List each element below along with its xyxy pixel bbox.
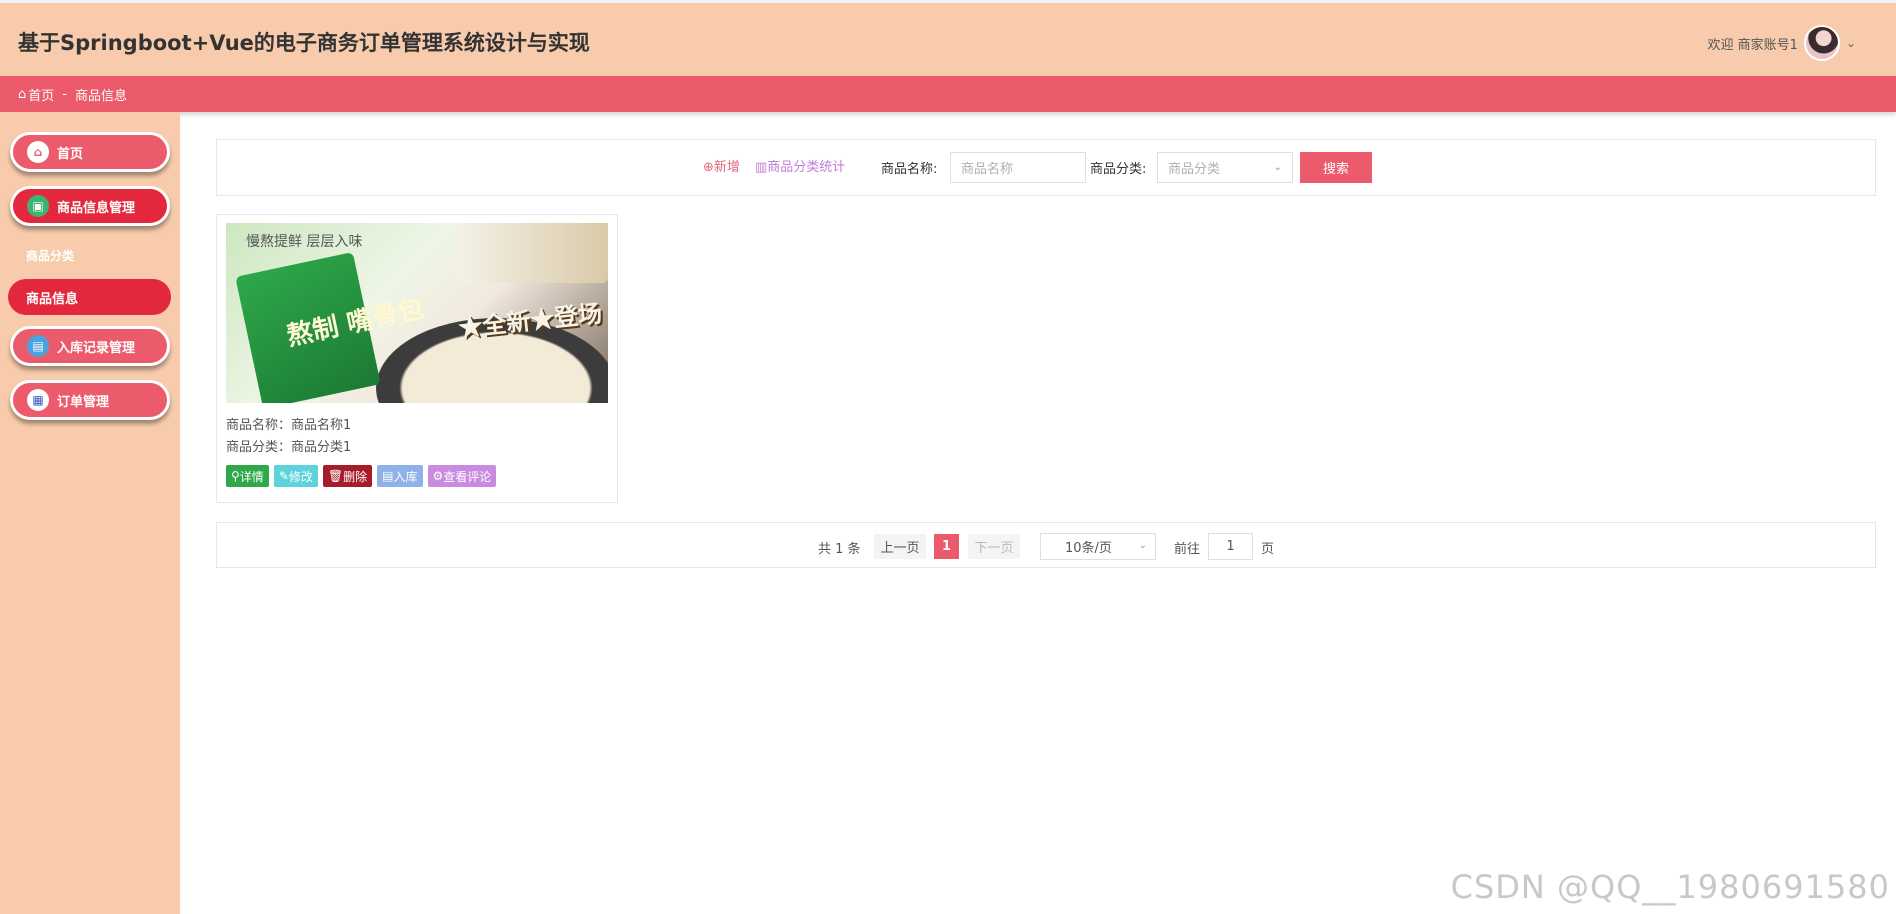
search-button[interactable]: 搜索 (1300, 152, 1372, 183)
sidebar: ⌂ 首页 ▣ 商品信息管理 商品分类 商品信息 ▤ 入库记录管理 ▦ 订单管理 (0, 112, 180, 914)
stats-label: 商品分类统计 (767, 160, 846, 175)
watermark: CSDN @QQ__1980691580 (1450, 868, 1890, 906)
user-menu[interactable]: 欢迎 商家账号1 ⌄ (1708, 25, 1856, 61)
search-bar: ⊕新增 ▥商品分类统计 商品名称: 商品名称 商品分类: 商品分类 ⌄ 搜索 (216, 139, 1876, 196)
stock-label: 入库 (393, 469, 418, 484)
delete-label: 删除 (343, 469, 368, 484)
chevron-down-icon: ⌄ (1273, 162, 1282, 173)
review-label: 查看评论 (443, 469, 492, 484)
order-icon: ▦ (27, 389, 49, 411)
top-header: 基于Springboot+Vue的电子商务订单管理系统设计与实现 欢迎 商家账号… (0, 0, 1896, 76)
product-banner: ★全新★登场 (457, 298, 604, 343)
welcome-text: 欢迎 商家账号1 (1707, 37, 1798, 53)
product-can-graphic (458, 223, 608, 283)
product-name-label: 商品名称: (881, 162, 938, 177)
product-image[interactable]: 熬制 嘴骨包 慢熬提鲜 层层入味 ★全新★登场 (226, 223, 608, 403)
breadcrumb-current: 商品信息 (74, 88, 127, 104)
product-slogan: 慢熬提鲜 层层入味 (246, 234, 363, 250)
stock-in-button[interactable]: ▤ 入库 (377, 465, 423, 487)
detail-button[interactable]: ⚲ 详情 (226, 465, 269, 487)
sidebar-item-label: 商品信息管理 (57, 200, 136, 216)
app-title: 基于Springboot+Vue的电子商务订单管理系统设计与实现 (18, 31, 590, 55)
product-category-select[interactable]: 商品分类 ⌄ (1157, 152, 1293, 183)
pagination-total: 共 1 条 (818, 542, 861, 557)
gear-icon: ⚙ (432, 469, 444, 483)
goto-page-input[interactable]: 1 (1208, 533, 1253, 560)
breadcrumb-home[interactable]: 首页 (28, 85, 54, 104)
delete-button[interactable]: 🗑 删除 (322, 465, 373, 487)
chevron-down-icon[interactable]: ⌄ (1846, 36, 1856, 50)
bar-chart-icon: ▥ (755, 160, 768, 175)
product-icon: ▣ (27, 195, 49, 217)
page-size-value: 10条/页 (1065, 541, 1112, 556)
home-icon: ⌂ (18, 86, 27, 102)
product-actions: ⚲ 详情 ✎ 修改 🗑 删除 ▤ 入库 ⚙ 查看评论 (226, 465, 497, 487)
sidebar-item-label: 入库记录管理 (57, 340, 136, 356)
breadcrumb-separator: - (62, 86, 67, 102)
add-button[interactable]: ⊕新增 (703, 156, 740, 175)
product-category-label: 商品分类: (1090, 162, 1147, 177)
page-number-current[interactable]: 1 (934, 534, 959, 559)
sidebar-item-product-info[interactable]: 商品信息 (8, 279, 171, 315)
product-card: 熬制 嘴骨包 慢熬提鲜 层层入味 ★全新★登场 商品名称：商品名称1 商品分类：… (216, 214, 618, 503)
home-icon: ⌂ (27, 141, 49, 163)
document-icon: ▤ (382, 469, 394, 483)
plus-circle-icon: ⊕ (703, 160, 714, 175)
sidebar-item-orders[interactable]: ▦ 订单管理 (10, 380, 170, 420)
sidebar-item-home[interactable]: ⌂ 首页 (10, 132, 170, 172)
sidebar-item-product-management[interactable]: ▣ 商品信息管理 (10, 186, 170, 226)
search-icon: ⚲ (231, 469, 240, 483)
product-name: 商品名称：商品名称1 (226, 418, 352, 433)
breadcrumb: ⌂ 首页 - 商品信息 (0, 76, 1896, 112)
prev-page-button[interactable]: 上一页 (874, 534, 926, 559)
sidebar-item-storage-records[interactable]: ▤ 入库记录管理 (10, 326, 170, 366)
sidebar-item-label: 首页 (57, 146, 84, 162)
page-unit-label: 页 (1261, 542, 1275, 557)
add-label: 新增 (713, 160, 740, 175)
trash-icon: 🗑 (327, 469, 344, 483)
edit-icon: ✎ (278, 469, 289, 483)
edit-label: 修改 (288, 469, 313, 484)
product-name-input[interactable]: 商品名称 (950, 152, 1086, 183)
storage-icon: ▤ (27, 335, 49, 357)
next-page-button[interactable]: 下一页 (968, 534, 1020, 559)
category-placeholder: 商品分类 (1168, 162, 1221, 177)
view-reviews-button[interactable]: ⚙ 查看评论 (427, 465, 497, 487)
pagination: 共 1 条 上一页 1 下一页 10条/页 ⌄ 前往 1 页 (216, 522, 1876, 568)
sidebar-item-product-category[interactable]: 商品分类 (26, 247, 74, 264)
edit-button[interactable]: ✎ 修改 (273, 465, 318, 487)
product-category: 商品分类：商品分类1 (226, 440, 352, 455)
page-size-select[interactable]: 10条/页 ⌄ (1040, 533, 1156, 560)
category-stats-button[interactable]: ▥商品分类统计 (755, 156, 845, 175)
detail-label: 详情 (239, 469, 264, 484)
sidebar-item-label: 订单管理 (57, 394, 110, 410)
avatar[interactable] (1803, 25, 1840, 61)
chevron-down-icon: ⌄ (1138, 540, 1147, 551)
goto-label: 前往 (1174, 542, 1201, 557)
